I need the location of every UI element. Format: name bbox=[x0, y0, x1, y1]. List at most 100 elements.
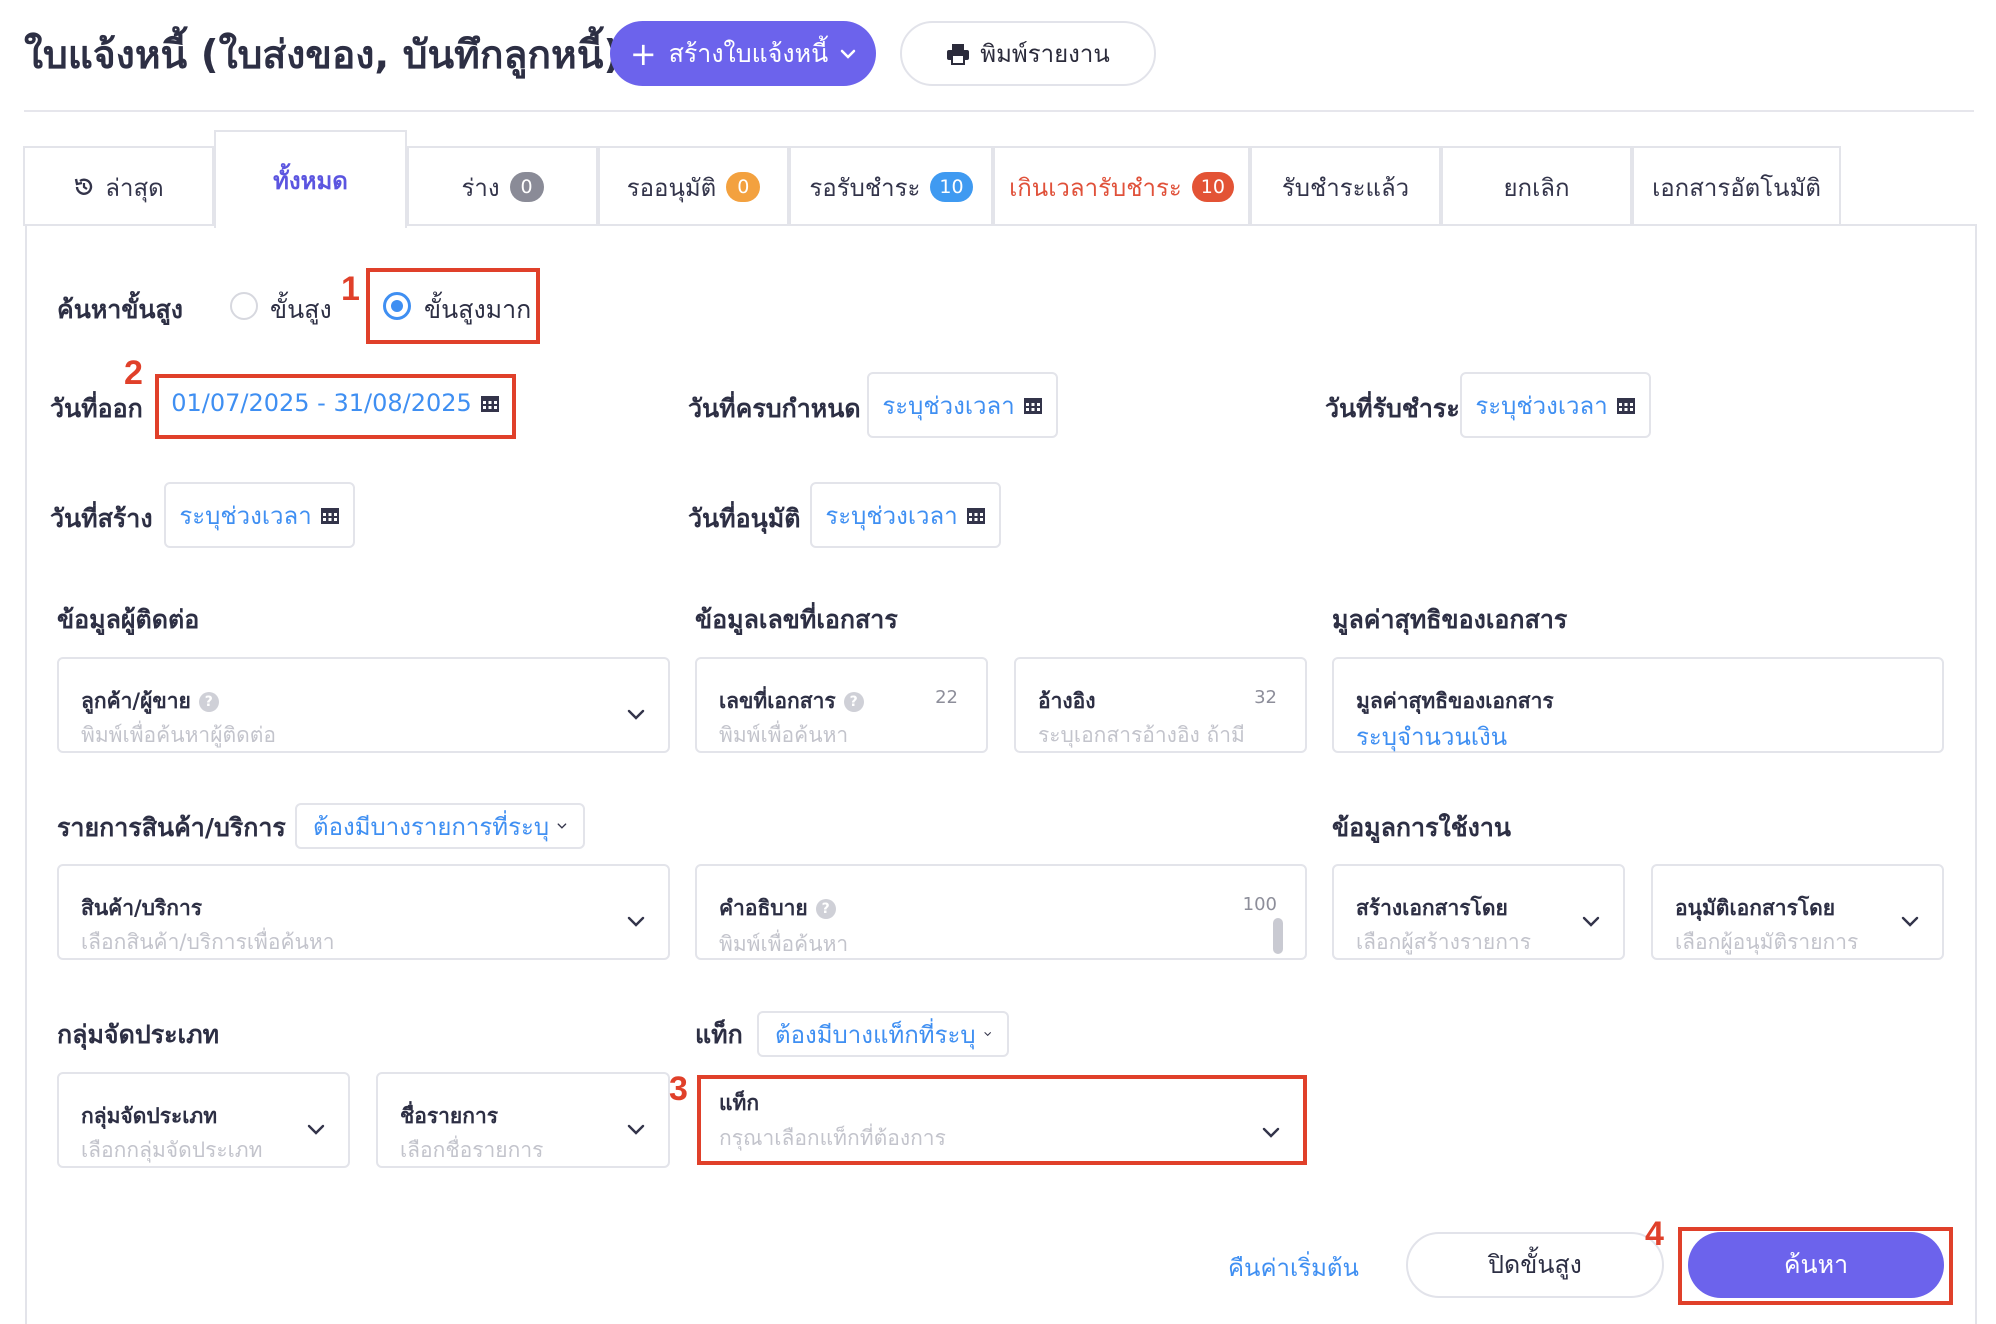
highlight-box-2 bbox=[155, 374, 516, 439]
help-icon: ? bbox=[198, 691, 219, 712]
approved-date-label: วันที่อนุมัติ bbox=[688, 504, 801, 533]
category-group-select[interactable]: กลุ่มจัดประเภท เลือกกลุ่มจัดประเภท bbox=[57, 1072, 350, 1168]
due-date-picker[interactable]: ระบุช่วงเวลา bbox=[867, 372, 1058, 438]
count-badge: 10 bbox=[1191, 172, 1234, 202]
reference-input[interactable]: อ้างอิง 32 ระบุเอกสารอ้างอิง ถ้ามี bbox=[1014, 657, 1307, 753]
description-textarea[interactable]: คำอธิบาย? 100 พิมพ์เพื่อค้นหา bbox=[695, 864, 1307, 960]
created-date-label: วันที่สร้าง bbox=[50, 504, 153, 533]
tab-draft[interactable]: ร่าง 0 bbox=[407, 146, 598, 226]
due-date-placeholder: ระบุช่วงเวลา bbox=[882, 391, 1015, 420]
char-limit: 32 bbox=[1254, 687, 1277, 708]
chevron-down-icon bbox=[627, 916, 645, 927]
help-icon: ? bbox=[815, 898, 836, 919]
calendar-icon bbox=[966, 508, 985, 524]
products-filter-select[interactable]: ต้องมีบางรายการที่ระบุ bbox=[295, 803, 585, 849]
calendar-icon bbox=[1616, 398, 1635, 414]
tab-label: ทั้งหมด bbox=[273, 166, 348, 195]
contact-select[interactable]: ลูกค้า/ผู้ขาย? พิมพ์เพื่อค้นหาผู้ติดต่อ bbox=[57, 657, 670, 753]
document-number-input[interactable]: เลขที่เอกสาร? 22 พิมพ์เพื่อค้นหา bbox=[695, 657, 988, 753]
tab-overdue[interactable]: เกินเวลารับชำระ 10 bbox=[993, 146, 1250, 226]
net-value-title: มูลค่าสุทธิของเอกสาร bbox=[1356, 689, 1554, 713]
tab-automatic-documents[interactable]: เอกสารอัตโนมัติ bbox=[1632, 146, 1841, 226]
payment-date-label: วันที่รับชำระ bbox=[1325, 394, 1460, 423]
chevron-down-icon bbox=[1901, 916, 1919, 927]
calendar-icon bbox=[1023, 398, 1042, 414]
category-name-select[interactable]: ชื่อรายการ เลือกชื่อรายการ bbox=[376, 1072, 670, 1168]
tab-paid[interactable]: รับชำระแล้ว bbox=[1250, 146, 1441, 226]
tab-awaiting-approval[interactable]: รออนุมัติ 0 bbox=[598, 146, 789, 226]
net-value-field[interactable]: มูลค่าสุทธิของเอกสาร ระบุจำนวนเงิน bbox=[1332, 657, 1944, 753]
approved-date-picker[interactable]: ระบุช่วงเวลา bbox=[810, 482, 1001, 548]
highlight-box-4 bbox=[1678, 1227, 1953, 1305]
tab-label: ล่าสุด bbox=[105, 173, 164, 202]
tab-cancelled[interactable]: ยกเลิก bbox=[1441, 146, 1632, 226]
product-field-title: สินค้า/บริการ bbox=[81, 896, 203, 920]
payment-date-picker[interactable]: ระบุช่วงเวลา bbox=[1460, 372, 1651, 438]
products-filter-value: ต้องมีบางรายการที่ระบุ bbox=[313, 812, 550, 841]
tag-filter-value: ต้องมีบางแท็กที่ระบุ bbox=[775, 1020, 976, 1049]
products-section-title: รายการสินค้า/บริการ bbox=[57, 813, 286, 842]
tab-label: ร่าง bbox=[461, 173, 500, 202]
print-report-label: พิมพ์รายงาน bbox=[980, 40, 1110, 68]
count-badge: 0 bbox=[726, 172, 761, 202]
category-group-title: กลุ่มจัดประเภท bbox=[81, 1104, 218, 1128]
tag-filter-select[interactable]: ต้องมีบางแท็กที่ระบุ bbox=[757, 1011, 1009, 1057]
product-select[interactable]: สินค้า/บริการ เลือกสินค้า/บริการเพื่อค้น… bbox=[57, 864, 670, 960]
contact-section-title: ข้อมูลผู้ติดต่อ bbox=[57, 605, 200, 634]
count-badge: 0 bbox=[509, 172, 544, 202]
step-number-1: 1 bbox=[341, 270, 360, 308]
char-limit: 22 bbox=[935, 687, 958, 708]
reference-placeholder: ระบุเอกสารอ้างอิง ถ้ามี bbox=[1038, 723, 1245, 747]
page-title: ใบแจ้งหนี้ (ใบส่งของ, บันทึกลูกหนี้) bbox=[24, 33, 622, 78]
step-number-3: 3 bbox=[669, 1070, 688, 1108]
description-title: คำอธิบาย bbox=[719, 896, 808, 920]
search-mode-label: ค้นหาขั้นสูง bbox=[57, 295, 183, 324]
step-number-4: 4 bbox=[1645, 1215, 1664, 1253]
print-report-button[interactable]: พิมพ์รายงาน bbox=[900, 21, 1156, 86]
history-icon bbox=[75, 178, 93, 195]
tab-all[interactable]: ทั้งหมด bbox=[214, 130, 407, 228]
doc-number-placeholder: พิมพ์เพื่อค้นหา bbox=[719, 723, 849, 747]
calendar-icon bbox=[320, 508, 339, 524]
printer-icon bbox=[947, 43, 970, 65]
created-by-placeholder: เลือกผู้สร้างรายการ bbox=[1356, 930, 1531, 954]
description-placeholder: พิมพ์เพื่อค้นหา bbox=[719, 932, 849, 956]
textarea-scrollbar[interactable] bbox=[1273, 918, 1283, 954]
usage-section-title: ข้อมูลการใช้งาน bbox=[1332, 813, 1512, 842]
created-date-placeholder: ระบุช่วงเวลา bbox=[179, 501, 312, 530]
chevron-down-icon bbox=[1582, 916, 1600, 927]
tab-latest[interactable]: ล่าสุด bbox=[23, 146, 214, 226]
created-by-select[interactable]: สร้างเอกสารโดย เลือกผู้สร้างรายการ bbox=[1332, 864, 1625, 960]
created-date-picker[interactable]: ระบุช่วงเวลา bbox=[164, 482, 355, 548]
chevron-down-icon bbox=[984, 1032, 991, 1037]
close-advanced-button[interactable]: ปิดขั้นสูง bbox=[1406, 1232, 1664, 1298]
highlight-box-3 bbox=[697, 1075, 1307, 1165]
chevron-down-icon bbox=[307, 1124, 325, 1135]
docnum-section-title: ข้อมูลเลขที่เอกสาร bbox=[695, 605, 898, 634]
reset-link[interactable]: คืนค่าเริ่มต้น bbox=[1228, 1248, 1359, 1287]
help-icon: ? bbox=[843, 691, 864, 712]
category-name-title: ชื่อรายการ bbox=[400, 1104, 499, 1128]
tab-label: เอกสารอัตโนมัติ bbox=[1652, 173, 1821, 202]
tab-label: ยกเลิก bbox=[1503, 173, 1570, 202]
product-placeholder: เลือกสินค้า/บริการเพื่อค้นหา bbox=[81, 930, 335, 954]
issue-date-label: วันที่ออก bbox=[50, 394, 143, 423]
plus-icon: + bbox=[629, 34, 657, 73]
approved-by-select[interactable]: อนุมัติเอกสารโดย เลือกผู้อนุมัติรายการ bbox=[1651, 864, 1944, 960]
tab-label: รอรับชำระ bbox=[809, 173, 921, 202]
due-date-label: วันที่ครบกำหนด bbox=[688, 394, 861, 423]
tab-label: รับชำระแล้ว bbox=[1281, 173, 1410, 202]
contact-field-title: ลูกค้า/ผู้ขาย bbox=[81, 689, 191, 713]
category-name-placeholder: เลือกชื่อรายการ bbox=[400, 1138, 544, 1162]
advanced-radio[interactable] bbox=[230, 292, 258, 320]
chevron-down-icon bbox=[627, 1124, 645, 1135]
payment-date-placeholder: ระบุช่วงเวลา bbox=[1475, 391, 1608, 420]
approved-by-placeholder: เลือกผู้อนุมัติรายการ bbox=[1675, 930, 1859, 954]
net-value-input[interactable]: ระบุจำนวนเงิน bbox=[1356, 717, 1507, 756]
category-section-title: กลุ่มจัดประเภท bbox=[57, 1020, 220, 1049]
approved-date-placeholder: ระบุช่วงเวลา bbox=[825, 501, 958, 530]
create-invoice-button[interactable]: + สร้างใบแจ้งหนี้ bbox=[610, 21, 876, 86]
tab-label: รออนุมัติ bbox=[626, 173, 717, 202]
chevron-down-icon bbox=[840, 49, 856, 59]
tab-awaiting-payment[interactable]: รอรับชำระ 10 bbox=[789, 146, 993, 226]
